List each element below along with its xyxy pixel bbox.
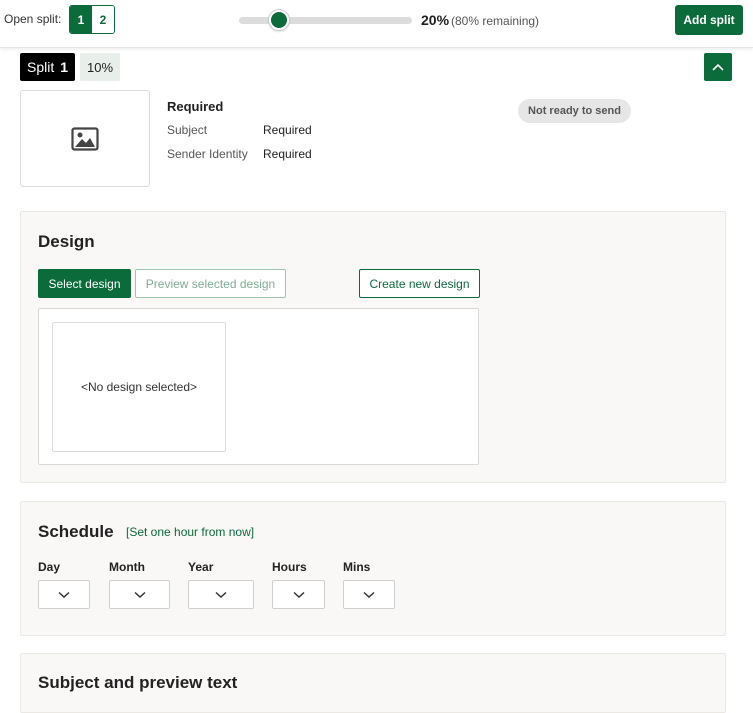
day-select[interactable] [38, 580, 90, 609]
schedule-panel: Schedule [Set one hour from now] Day Mon… [20, 501, 726, 636]
remaining-percentage: (80% remaining) [451, 14, 540, 28]
status-badge: Not ready to send [518, 99, 631, 123]
subject-value: Required [263, 123, 312, 137]
chevron-down-icon [292, 591, 305, 598]
preview-design-button: Preview selected design [135, 269, 286, 298]
subject-preview-panel: Subject and preview text [20, 653, 726, 713]
chevron-up-icon [712, 63, 724, 71]
collapse-button[interactable] [704, 53, 732, 81]
slider-handle[interactable] [268, 10, 289, 30]
split-tag-label: Split [27, 59, 55, 75]
split-tag: Split 1 [20, 53, 76, 81]
day-label: Day [38, 560, 61, 574]
mins-select[interactable] [343, 580, 395, 609]
month-label: Month [109, 560, 145, 574]
split-selector: 1 2 [69, 5, 115, 34]
split-button-1[interactable]: 1 [70, 6, 92, 33]
subject-label: Subject [167, 123, 208, 137]
mins-label: Mins [343, 560, 371, 574]
design-preview-area: <No design selected> [38, 308, 479, 465]
split-toolbar: Open split: 1 2 20% (80% remaining) Add … [0, 0, 753, 48]
create-design-button[interactable]: Create new design [359, 269, 480, 298]
schedule-title: Schedule [38, 522, 114, 541]
split-percentage: 20% [421, 12, 450, 28]
split-percentage-slider[interactable] [239, 17, 412, 24]
design-panel: Design Select design Preview selected de… [20, 211, 726, 483]
no-design-text: <No design selected> [80, 380, 198, 394]
open-split-label: Open split: [4, 12, 62, 26]
chevron-down-icon [133, 591, 146, 598]
image-icon [71, 126, 99, 151]
split-percent-badge: 10% [80, 53, 120, 81]
chevron-down-icon [363, 591, 375, 598]
year-label: Year [188, 560, 214, 574]
sender-identity-value: Required [263, 147, 312, 161]
set-one-hour-link[interactable]: [Set one hour from now] [126, 525, 254, 539]
year-select[interactable] [188, 580, 254, 609]
design-title: Design [38, 232, 95, 251]
hours-label: Hours [272, 560, 307, 574]
subject-preview-title: Subject and preview text [38, 673, 238, 692]
add-split-button[interactable]: Add split [675, 5, 743, 35]
select-design-button[interactable]: Select design [38, 269, 131, 298]
chevron-down-icon [215, 591, 227, 598]
split-tag-number: 1 [60, 59, 69, 75]
sender-identity-label: Sender Identity [167, 147, 248, 161]
chevron-down-icon [58, 591, 70, 598]
design-card: <No design selected> [52, 322, 226, 452]
design-thumbnail [20, 90, 150, 187]
month-select[interactable] [109, 580, 170, 609]
split-button-2[interactable]: 2 [92, 6, 114, 33]
summary-title: Required [167, 99, 224, 114]
hours-select[interactable] [272, 580, 325, 609]
